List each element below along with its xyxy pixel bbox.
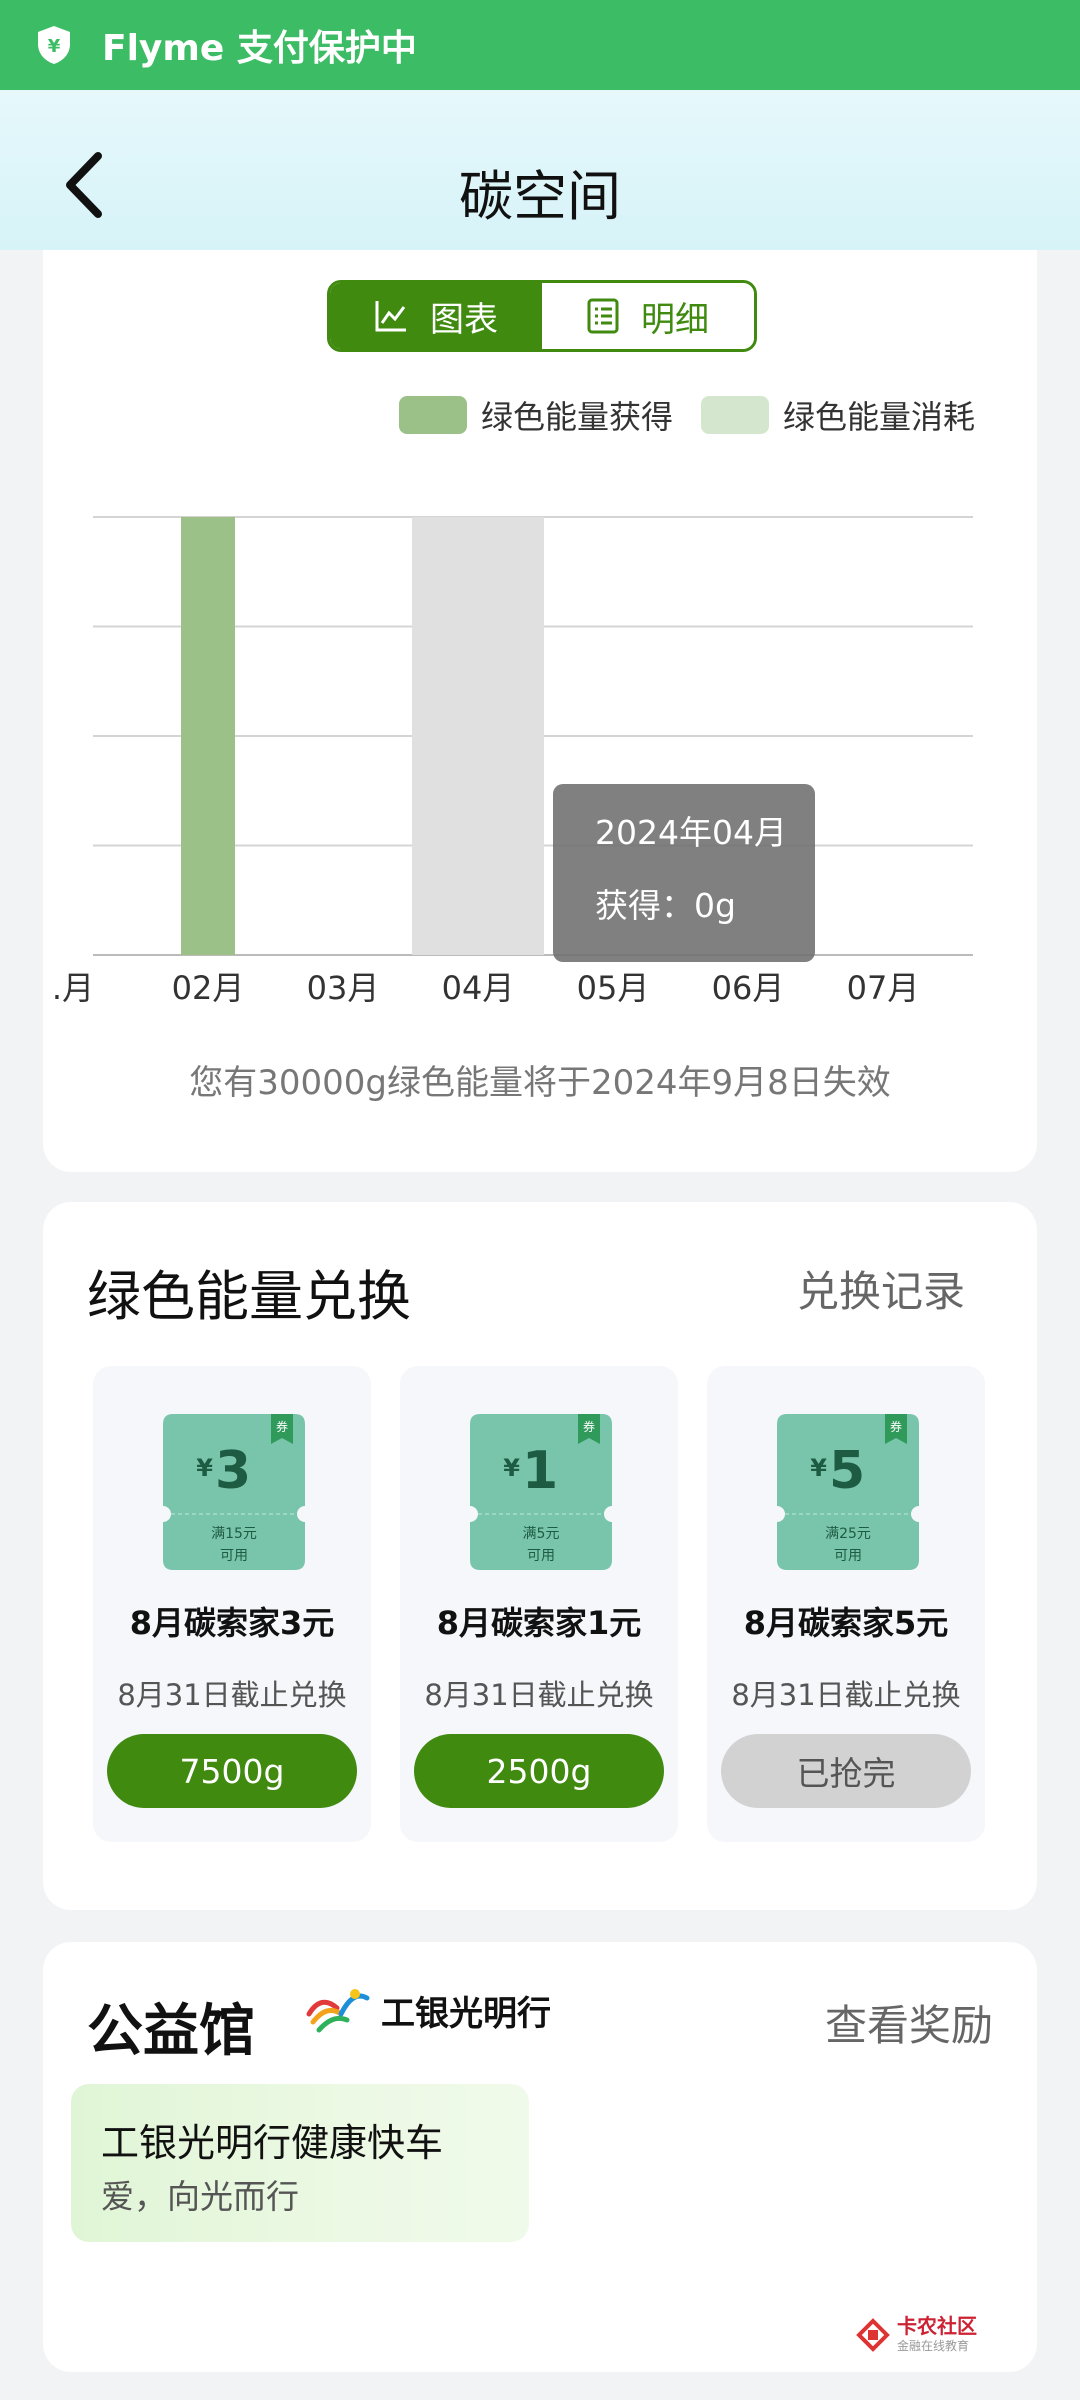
program-subtitle: 爱，向光而行 [101, 2177, 299, 2216]
watermark-logo-icon [856, 2317, 890, 2352]
coupon-card[interactable]: 券 ¥ 3 满15元 可用 8月碳索家3元 8月31日截止兑换 7500g [93, 1366, 371, 1842]
coupon-ticket-icon: 券 ¥ 1 满5元 可用 [470, 1414, 612, 1570]
coupon-deadline: 8月31日截止兑换 [731, 1678, 961, 1712]
coupon-usable: 可用 [834, 1548, 862, 1564]
coupon-tag-text: 券 [276, 1419, 288, 1434]
page-title: 碳空间 [459, 165, 621, 228]
tab-chart-label: 图表 [430, 299, 498, 340]
charity-logo-text: 工银光明行 [381, 1993, 551, 2034]
legend-item-cost: 绿色能量消耗 [700, 392, 975, 438]
legend-label-gain: 绿色能量获得 [480, 398, 673, 436]
coupon-name: 8月碳索家5元 [743, 1604, 949, 1642]
coupon-tag-text: 券 [890, 1419, 902, 1434]
chart-tooltip: 2024年04月 获得：0g [553, 784, 815, 962]
watermark-subtitle: 金融在线教育 [897, 2339, 970, 2353]
coupon-usable: 可用 [527, 1548, 555, 1564]
legend-item-gain: 绿色能量获得 [398, 392, 673, 438]
view-toggle: 图表 明细 [327, 280, 757, 352]
program-title: 工银光明行健康快车 [101, 2121, 444, 2165]
coupon-currency: ¥ [810, 1454, 827, 1482]
x-tick-label: 05月 [577, 969, 650, 1007]
exchange-record-link[interactable]: 兑换记录 [797, 1258, 965, 1319]
coupon-deadline: 8月31日截止兑换 [117, 1678, 347, 1712]
x-tick-label: 03月 [307, 969, 380, 1007]
highlight-band [412, 517, 544, 955]
x-tick-label: 07月 [847, 969, 920, 1007]
coupon-name: 8月碳索家3元 [129, 1604, 335, 1642]
exchange-card: 绿色能量兑换 兑换记录 券 ¥ 3 满15元 可用 8月碳索家3元 8月31日截… [43, 1202, 1037, 1910]
legend-swatch-cost [700, 396, 769, 434]
watermark-title: 卡农社区 [897, 2314, 977, 2338]
legend-label-cost: 绿色能量消耗 [782, 398, 975, 436]
status-text: Flyme 支付保护中 [102, 28, 417, 69]
tab-detail-label: 明细 [641, 299, 709, 340]
list-icon [587, 298, 619, 334]
charity-title: 公益馆 [87, 1999, 255, 2064]
tab-chart[interactable]: 图表 [330, 283, 542, 349]
x-tick-label: .月 [52, 969, 94, 1007]
coupon-currency: ¥ [503, 1454, 520, 1482]
sold-out-button: 已抢完 [721, 1734, 971, 1808]
coupon-currency: ¥ [196, 1454, 213, 1482]
tab-detail[interactable]: 明细 [542, 283, 754, 349]
coupon-usable: 可用 [220, 1548, 248, 1564]
charity-program-card[interactable]: 工银光明行健康快车 爱，向光而行 [71, 2084, 529, 2242]
redeem-button[interactable]: 2500g [414, 1734, 664, 1808]
coupon-amount: 3 [215, 1441, 251, 1501]
redeem-button[interactable]: 7500g [107, 1734, 357, 1808]
rainbow-heart-logo-icon [306, 1989, 370, 2033]
energy-bar-chart[interactable]: .月 02月 03月 04月 05月 06月 07月 [43, 460, 1037, 1030]
chart-legend: 绿色能量获得 绿色能量消耗 [371, 392, 975, 438]
line-chart-icon [375, 301, 406, 332]
coupon-amount: 1 [522, 1441, 558, 1501]
x-tick-label: 06月 [712, 969, 785, 1007]
chart-card: 图表 明细 绿色能量获得 绿色能量消耗 .月 02月 03月 04月 05月 06月 07月 [43, 250, 1037, 1172]
tooltip-month: 2024年04月 [595, 813, 787, 852]
view-reward-link[interactable]: 查看奖励 [825, 1992, 993, 2053]
x-tick-label: 04月 [442, 969, 515, 1007]
coupon-card[interactable]: 券 ¥ 5 满25元 可用 8月碳索家5元 8月31日截止兑换 已抢完 [707, 1366, 985, 1842]
watermark: 卡农社区 金融在线教育 [855, 2315, 977, 2354]
bar [181, 517, 235, 955]
coupon-tag-text: 券 [583, 1419, 595, 1434]
coupon-name: 8月碳索家1元 [436, 1604, 642, 1642]
exchange-title: 绿色能量兑换 [87, 1265, 411, 1328]
coupon-condition: 满5元 [523, 1526, 560, 1542]
coupon-condition: 满15元 [211, 1526, 257, 1542]
shield-icon: ¥ [38, 26, 70, 64]
status-bar: ¥ Flyme 支付保护中 [0, 0, 1080, 90]
coupon-card[interactable]: 券 ¥ 1 满5元 可用 8月碳索家1元 8月31日截止兑换 2500g [400, 1366, 678, 1842]
charity-card: 公益馆 工银光明行 查看奖励 工银光明行健康快车 爱，向光而行 卡农社区 金融在… [43, 1942, 1037, 2372]
charity-logo: 工银光明行 [301, 1984, 551, 2036]
legend-swatch-gain [398, 396, 467, 434]
expire-notice: 您有30000g绿色能量将于2024年9月8日失效 [189, 1063, 891, 1103]
coupon-ticket-icon: 券 ¥ 3 满15元 可用 [163, 1414, 305, 1570]
coupon-condition: 满25元 [825, 1526, 871, 1542]
tooltip-value: 获得：0g [595, 886, 736, 925]
x-tick-label: 02月 [172, 969, 245, 1007]
coupon-deadline: 8月31日截止兑换 [424, 1678, 654, 1712]
svg-text:¥: ¥ [48, 36, 61, 57]
coupon-amount: 5 [829, 1441, 865, 1501]
page-header: 碳空间 [0, 90, 1080, 250]
coupon-ticket-icon: 券 ¥ 5 满25元 可用 [777, 1414, 919, 1570]
